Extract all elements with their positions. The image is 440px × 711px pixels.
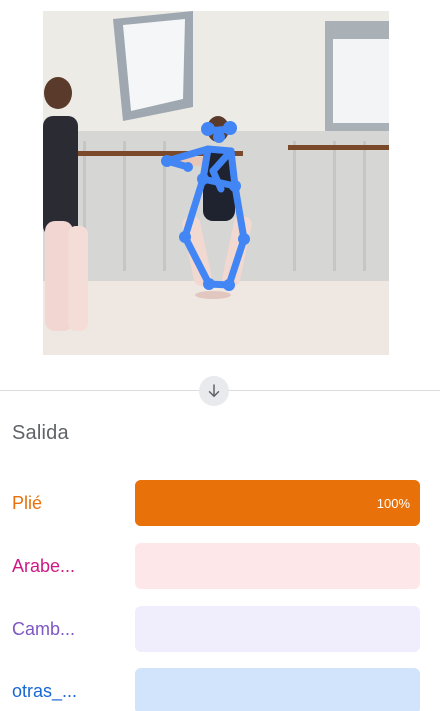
prediction-row: Arabe...: [0, 543, 440, 589]
input-image: [43, 11, 389, 355]
output-title: Salida: [12, 422, 69, 444]
confidence-bar: [135, 543, 420, 589]
prediction-row: Camb...: [0, 606, 440, 652]
arrow-down-icon: [199, 376, 229, 406]
teachable-machine-preview: Salida Plié 100% Arabe... Camb... otras_…: [0, 0, 440, 711]
prediction-label: Camb...: [12, 618, 76, 639]
confidence-bar: 100%: [135, 480, 420, 526]
confidence-bar: [135, 668, 420, 711]
confidence-bar: [135, 606, 420, 652]
prediction-label: otras_...: [12, 680, 78, 701]
confidence-percent: 100%: [376, 495, 410, 511]
prediction-row: Plié 100%: [0, 480, 440, 526]
prediction-row: otras_...: [0, 668, 440, 711]
prediction-label: Plié: [12, 492, 43, 513]
prediction-label: Arabe...: [12, 555, 76, 576]
